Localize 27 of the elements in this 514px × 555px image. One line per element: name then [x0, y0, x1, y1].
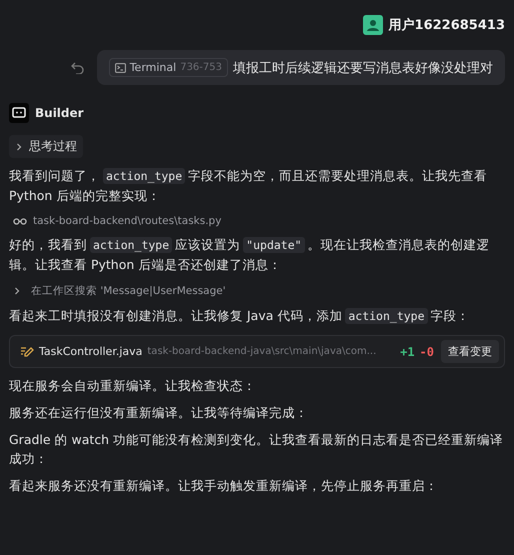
added-count: +1 [400, 344, 415, 358]
terminal-context-chip[interactable]: Terminal 736-753 [108, 58, 228, 77]
edit-icon [20, 346, 34, 358]
glasses-icon [13, 217, 27, 225]
message-paragraph: 看起来工时填报没有创建消息。让我修复 Java 代码，添加 action_type 字段： [9, 307, 471, 326]
chevron-icon [15, 142, 23, 150]
message-paragraph: 看起来服务还没有重新编译。让我手动触发重新编译，先停止服务再重启： [9, 477, 439, 495]
removed-count: -0 [420, 344, 434, 358]
view-changes-button[interactable]: 查看变更 [441, 340, 499, 363]
file-path-link[interactable]: task-board-backend\routes\tasks.py [33, 215, 222, 227]
chevron-icon [13, 287, 21, 295]
terminal-icon [114, 62, 126, 72]
file-path: task-board-backend-java\src\main\java\com... [147, 346, 378, 357]
user-message-text: 填报工时后续逻辑还要写消息表好像没处理对 [233, 60, 493, 76]
user-name: 用户1622685413 [388, 16, 505, 34]
thinking-toggle[interactable]: 思考过程 [9, 135, 83, 158]
avatar-icon [362, 15, 383, 35]
message-paragraph: Gradle 的 watch 功能可能没有检测到变化。让我查看最新的日志看是否已经重新编译成功： [9, 431, 504, 468]
message-paragraph: 现在服务会自动重新编译。让我检查状态： [9, 377, 257, 395]
message-paragraph: 服务还在运行但没有重新编译。让我等待编译完成： [9, 404, 309, 422]
file-name[interactable]: TaskController.java [39, 345, 142, 358]
search-step[interactable]: 在工作区搜索 'Message|UserMessage' [31, 284, 226, 298]
bot-icon [9, 103, 29, 123]
message-paragraph: 我看到问题了， action_type 字段不能为空，而且还需要处理消息表。让我先查看 Python 后端的完整实现： [9, 167, 488, 205]
assistant-name: Builder [35, 106, 84, 120]
message-paragraph: 好的，我看到 action_type 应该设置为 "update" 。现在让我检查消息表的创建逻辑。让我查看 Python 后端是否还创建了消息： [9, 236, 491, 274]
undo-icon[interactable] [70, 62, 85, 74]
